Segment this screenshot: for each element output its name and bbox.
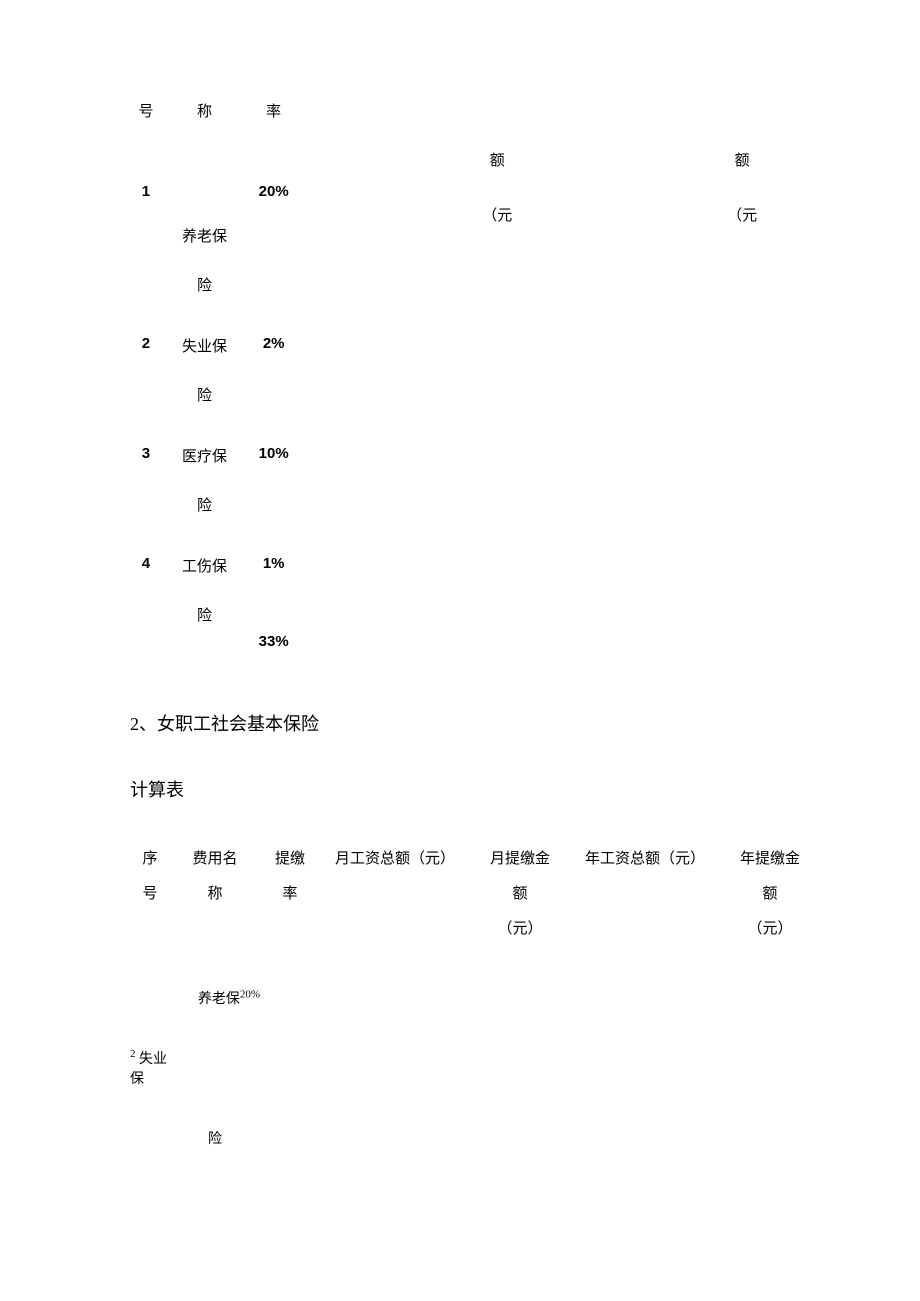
- t2-h-seq-l2: 号: [130, 882, 170, 917]
- t1-row-3: 3 医疗保 险 10%: [130, 405, 790, 515]
- insurance-table-2: 序 费用名 提缴 月工资总额（元） 月提缴金 年工资总额（元） 年提缴金 号 称…: [130, 847, 820, 1148]
- t2-h-rate-l1: 提缴: [260, 847, 320, 882]
- t1-h-rate: 率: [247, 100, 300, 131]
- t2-r2-seq: 2: [130, 1048, 136, 1060]
- t2-r2-name: 失业保: [130, 1052, 167, 1087]
- t1-r3-rate: 10%: [247, 405, 300, 515]
- t1-r2-name-l2: 险: [162, 384, 247, 405]
- t1-row-1: 1 养老保 险 20%: [130, 225, 790, 295]
- t2-h-name-l2: 称: [170, 882, 260, 917]
- t2-h-mamt-l3: （元）: [470, 917, 570, 952]
- t2-h-seq-l1: 序: [130, 847, 170, 882]
- t1-h-seq: 号: [130, 100, 162, 131]
- t1-h-name: 称: [162, 100, 247, 131]
- t1-h-yamt-unit: （元: [694, 170, 790, 225]
- t1-r4-rate: 1%: [247, 515, 300, 625]
- t1-r1-name-l1: 养老保: [182, 229, 227, 245]
- t1-total-rate: 33%: [247, 625, 300, 650]
- t2-h-name-l1: 费用名: [170, 847, 260, 882]
- t1-h-yamt: 额: [694, 131, 790, 170]
- t1-row-2: 2 失业保 险 2%: [130, 295, 790, 405]
- t1-h-mamt: 额: [449, 131, 545, 170]
- t2-row-2b: 险: [130, 1088, 820, 1148]
- t2-h-ywage: 年工资总额（元）: [570, 847, 720, 882]
- t1-r2-name-l1: 失业保: [182, 339, 227, 355]
- t1-r2-seq: 2: [130, 295, 162, 405]
- t1-r1-rate: 20%: [247, 183, 300, 253]
- t1-r1-seq: 1: [130, 183, 162, 253]
- t1-r4-seq: 4: [130, 515, 162, 625]
- t2-r2-name-l2: 险: [170, 1088, 260, 1148]
- t1-r3-seq: 3: [130, 405, 162, 515]
- t1-r2-rate: 2%: [247, 295, 300, 405]
- t2-h-yamt-l2: 额: [720, 882, 820, 917]
- t2-r1-rate: 20%: [240, 988, 260, 1000]
- t2-r1-name: 养老保: [198, 992, 240, 1007]
- t2-h-yamt-l1: 年提缴金: [720, 847, 820, 882]
- t1-r4-name-l1: 工伤保: [182, 559, 227, 575]
- t1-r3-name-l1: 医疗保: [182, 449, 227, 465]
- t2-h-mamt-l1: 月提缴金: [470, 847, 570, 882]
- section2-sub: 计算表: [130, 776, 790, 802]
- t1-r4-name-l2: 险: [162, 604, 247, 625]
- t2-row-2: 2 失业保: [130, 1008, 820, 1088]
- t2-h-mamt-l2: 额: [470, 882, 570, 917]
- t1-r3-name-l2: 险: [162, 494, 247, 515]
- t1-h-mamt-unit: （元: [449, 170, 545, 225]
- t2-h-mwage: 月工资总额（元）: [320, 847, 470, 882]
- t1-r1-name-l2: 险: [162, 274, 247, 295]
- section2-title: 2、女职工社会基本保险: [130, 710, 790, 736]
- insurance-table-1: 号 称 率 额 额 （元 （元 1 养老保 险 20%: [130, 100, 790, 650]
- t1-total-row: 33%: [130, 625, 790, 650]
- t2-h-rate-l2: 率: [260, 882, 320, 917]
- t2-h-yamt-l3: （元）: [720, 917, 820, 952]
- t1-row-4: 4 工伤保 险 1%: [130, 515, 790, 625]
- t2-row-1: 养老保20%: [130, 952, 820, 1008]
